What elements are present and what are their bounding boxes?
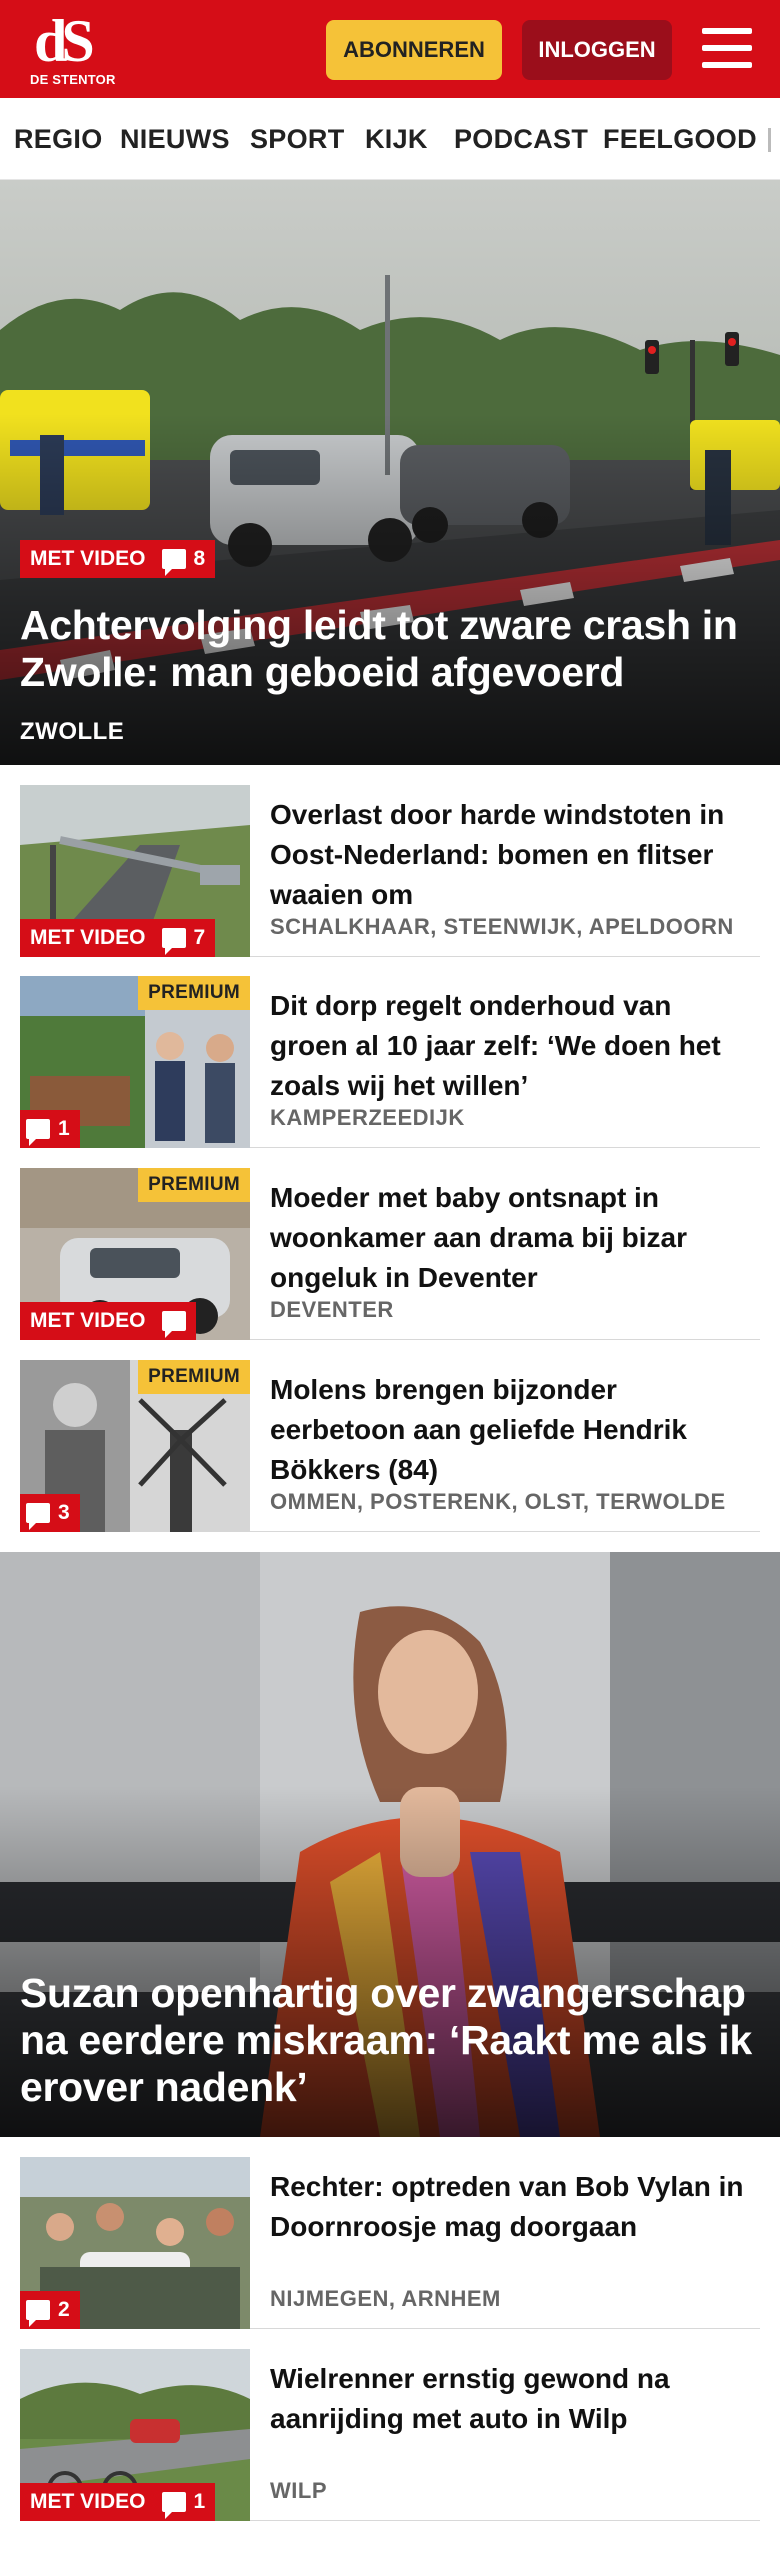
comment-count-badge[interactable]	[155, 1302, 196, 1340]
video-badge: MET VIDEO	[20, 2483, 156, 2521]
video-badge: MET VIDEO	[20, 919, 156, 957]
site-logo[interactable]: dS DE STENTOR	[30, 8, 115, 90]
comment-count: 3	[58, 1501, 70, 1524]
premium-badge: PREMIUM	[138, 1360, 250, 1394]
article-headline[interactable]: Overlast door harde windstoten in Oost-N…	[270, 795, 750, 915]
article-tags: 3	[20, 1494, 80, 1532]
article-headline[interactable]: Moeder met baby ontsnapt in woonkamer aa…	[270, 1178, 750, 1298]
article-tags: 1	[20, 1110, 80, 1148]
logo-mark: dS	[34, 8, 95, 74]
comment-icon	[161, 928, 186, 955]
comment-count: 2	[58, 2298, 70, 2321]
article-location: KAMPERZEEDIJK	[270, 1105, 465, 1130]
comment-count-badge[interactable]: 1	[20, 1110, 80, 1148]
comment-icon	[26, 1503, 50, 1530]
comment-icon	[161, 2492, 186, 2519]
article-headline[interactable]: Molens brengen bijzonder eerbetoon aan g…	[270, 1370, 750, 1490]
article-location: NIJMEGEN, ARNHEM	[270, 2286, 501, 2311]
article-item[interactable]: MET VIDEO 1 Wielrenner ernstig gewond na…	[20, 2349, 760, 2521]
hero-location: ZWOLLE	[20, 718, 125, 745]
nav-more-divider	[768, 128, 771, 152]
article-headline[interactable]: Dit dorp regelt onderhoud van groen al 1…	[270, 986, 750, 1106]
article-item[interactable]: PREMIUM MET VIDEO Moeder met baby ontsna…	[20, 1168, 760, 1340]
hero-headline[interactable]: Achtervolging leidt tot zware crash in Z…	[20, 602, 760, 696]
article-thumbnail: MET VIDEO 7	[20, 785, 250, 957]
article-item[interactable]: PREMIUM 1 Dit dorp regelt onderhoud van …	[20, 976, 760, 1148]
article-tags: MET VIDEO	[20, 1302, 196, 1340]
section-nav: REGIO NIEUWS SPORT KIJK PODCAST FEELGOOD	[0, 98, 780, 180]
nav-item-nieuws[interactable]: NIEUWS	[120, 124, 230, 155]
comment-icon	[26, 1119, 50, 1146]
nav-item-feelgood[interactable]: FEELGOOD	[603, 124, 757, 155]
nav-item-kijk[interactable]: KIJK	[365, 124, 428, 155]
comment-count: 7	[193, 926, 206, 949]
article-location: OMMEN, POSTERENK, OLST, TERWOLDE	[270, 1489, 726, 1514]
subscribe-button[interactable]: ABONNEREN	[326, 20, 502, 80]
article-item[interactable]: 2 Rechter: optreden van Bob Vylan in Doo…	[20, 2157, 760, 2329]
article-thumbnail: PREMIUM 3	[20, 1360, 250, 1532]
premium-badge: PREMIUM	[138, 976, 250, 1010]
article-item[interactable]: MET VIDEO 7 Overlast door harde windstot…	[20, 785, 760, 957]
premium-badge: PREMIUM	[138, 1168, 250, 1202]
hamburger-icon[interactable]	[700, 22, 754, 74]
comment-count-badge[interactable]: 7	[155, 919, 216, 957]
featured-article[interactable]: Suzan openhartig over zwangerschap na ee…	[0, 1552, 780, 2137]
hero-article[interactable]: MET VIDEO 8 Achtervolging leidt tot zwar…	[0, 180, 780, 765]
logo-subtitle: DE STENTOR	[30, 72, 116, 87]
article-tags: MET VIDEO 1	[20, 2483, 216, 2521]
article-tags: 2	[20, 2291, 80, 2329]
nav-item-regio[interactable]: REGIO	[14, 124, 103, 155]
top-bar: dS DE STENTOR ABONNEREN INLOGGEN	[0, 0, 780, 98]
comment-count-badge[interactable]: 2	[20, 2291, 80, 2329]
comment-count: 1	[58, 1117, 70, 1140]
login-button[interactable]: INLOGGEN	[522, 20, 672, 80]
article-location: SCHALKHAAR, STEENWIJK, APELDOORN	[270, 914, 734, 939]
video-badge: MET VIDEO	[20, 1302, 156, 1340]
comment-count-badge[interactable]: 1	[155, 2483, 216, 2521]
comment-icon	[26, 2300, 50, 2327]
article-headline[interactable]: Wielrenner ernstig gewond na aanrijding …	[270, 2359, 750, 2439]
comment-icon	[161, 1311, 186, 1338]
article-location: DEVENTER	[270, 1297, 394, 1322]
article-thumbnail: PREMIUM MET VIDEO	[20, 1168, 250, 1340]
hero-tags: MET VIDEO 8	[20, 540, 216, 578]
comment-count: 8	[193, 547, 206, 570]
comment-count: 1	[193, 2490, 206, 2513]
nav-item-sport[interactable]: SPORT	[250, 124, 345, 155]
article-item[interactable]: PREMIUM 3 Molens brengen bijzonder eerbe…	[20, 1360, 760, 1532]
article-thumbnail: MET VIDEO 1	[20, 2349, 250, 2521]
article-thumbnail: PREMIUM 1	[20, 976, 250, 1148]
featured-headline[interactable]: Suzan openhartig over zwangerschap na ee…	[20, 1970, 765, 2111]
article-location: WILP	[270, 2478, 327, 2503]
video-badge: MET VIDEO	[20, 540, 156, 578]
comment-icon	[161, 549, 186, 576]
comment-count-badge[interactable]: 3	[20, 1494, 80, 1532]
nav-item-podcast[interactable]: PODCAST	[454, 124, 588, 155]
article-thumbnail: 2	[20, 2157, 250, 2329]
comment-count-badge[interactable]: 8	[155, 540, 216, 578]
article-tags: MET VIDEO 7	[20, 919, 216, 957]
article-headline[interactable]: Rechter: optreden van Bob Vylan in Doorn…	[270, 2167, 750, 2247]
